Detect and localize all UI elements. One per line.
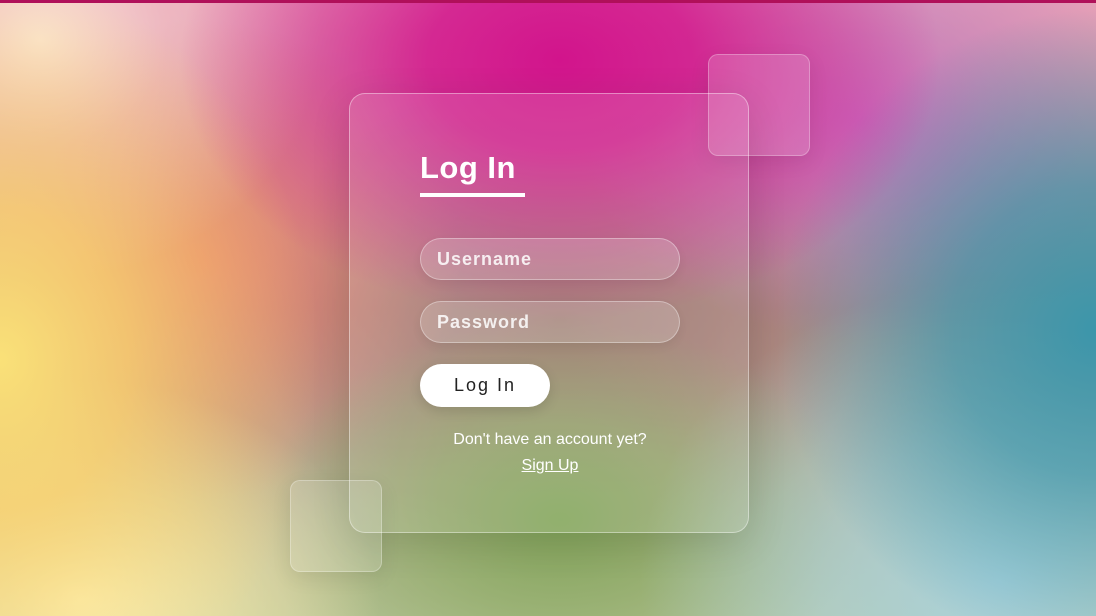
signup-prompt: Don't have an account yet? xyxy=(453,431,647,448)
login-title: Log In xyxy=(420,150,516,185)
signup-link[interactable]: Sign Up xyxy=(522,457,579,474)
username-input[interactable] xyxy=(420,238,680,280)
password-input[interactable] xyxy=(420,301,680,343)
top-accent-strip xyxy=(0,0,1096,3)
decorative-glass-square-bottom xyxy=(290,480,382,572)
login-button[interactable]: Log In xyxy=(420,364,550,407)
login-card: Log In Log In Don't have an account yet?… xyxy=(349,93,749,533)
signup-link-container: Sign Up xyxy=(350,457,750,475)
title-underline xyxy=(420,193,525,197)
